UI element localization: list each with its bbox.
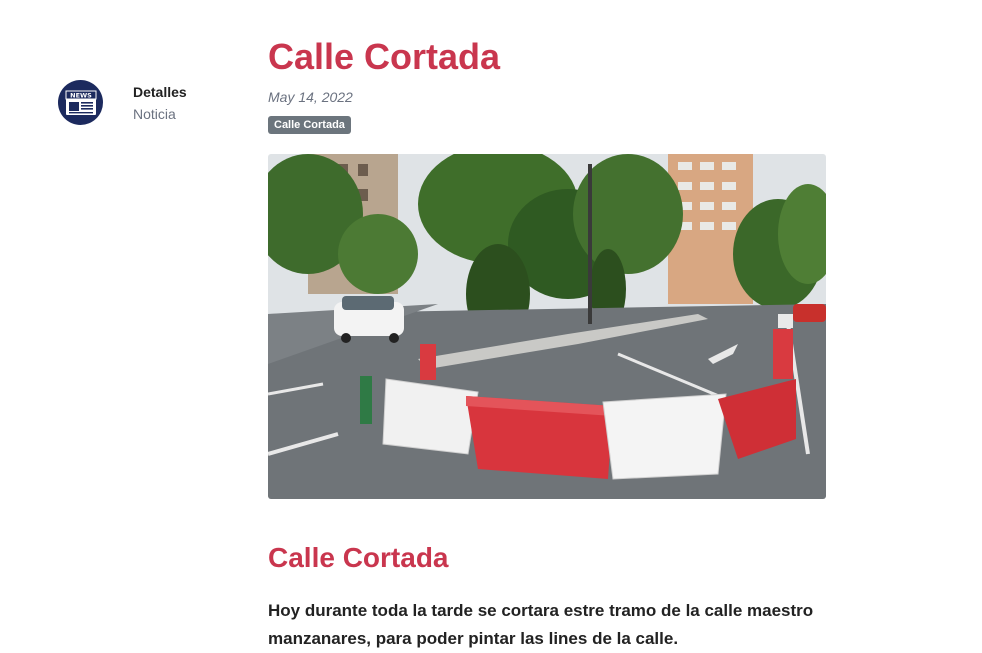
section-heading: Calle Cortada <box>268 542 449 573</box>
article-title: Calle Cortada <box>268 36 501 77</box>
tag-badge[interactable]: Calle Cortada <box>268 116 351 134</box>
article-image <box>268 154 826 499</box>
newspaper-icon: NEWS <box>58 80 103 125</box>
details-subtitle: Noticia <box>133 106 176 122</box>
article-date: May 14, 2022 <box>268 89 353 105</box>
details-text: Detalles Noticia <box>133 83 243 123</box>
avatar-label: NEWS <box>70 91 92 99</box>
article-body: Hoy durante toda la tarde se cortara est… <box>268 601 814 648</box>
article: Calle Cortada May 14, 2022 Calle Cortada <box>268 36 828 653</box>
details-title: Detalles <box>133 84 187 100</box>
